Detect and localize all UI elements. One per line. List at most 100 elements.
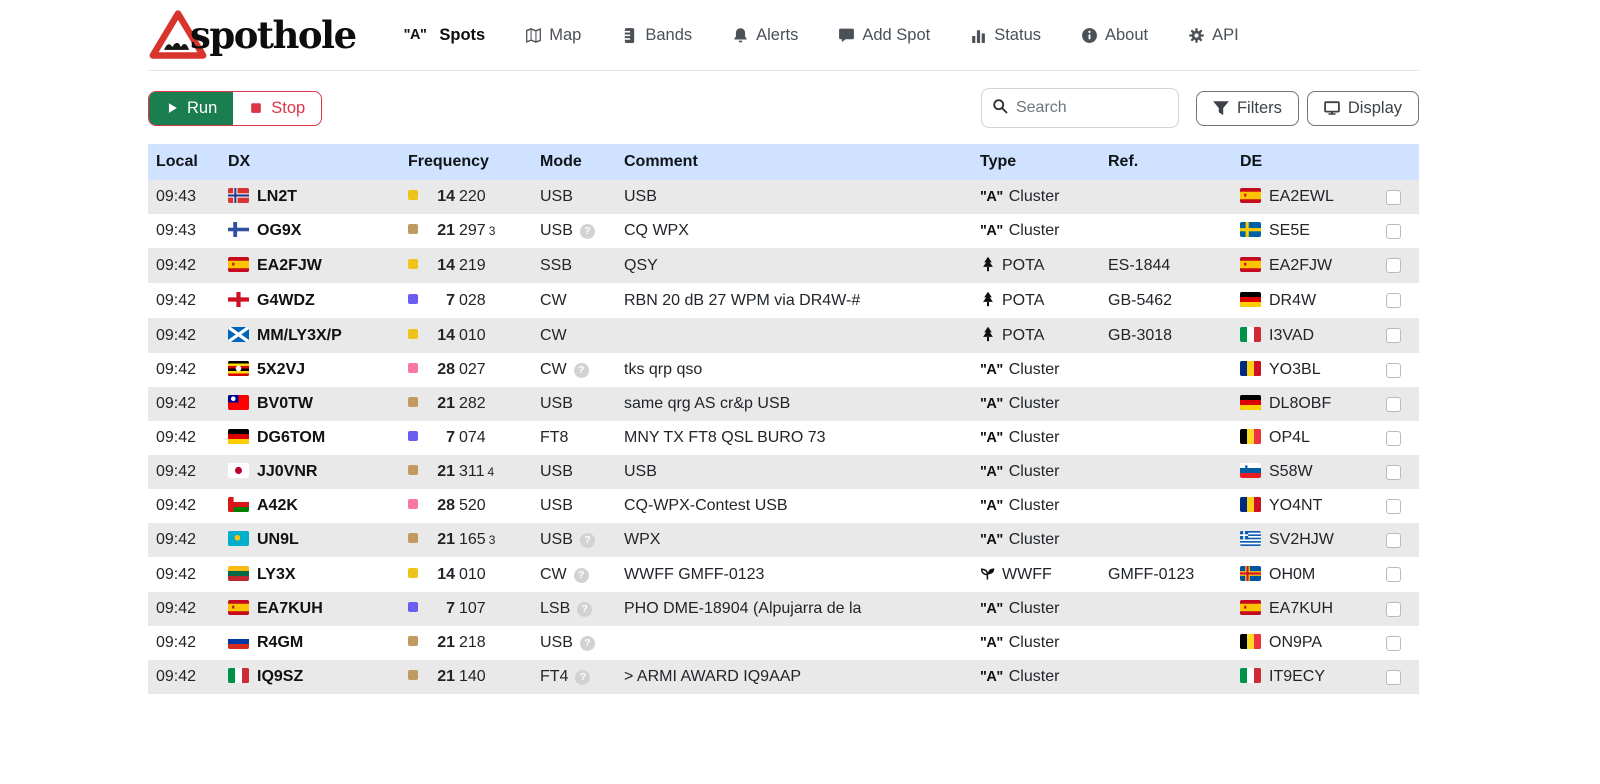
spot-select-checkbox[interactable] (1386, 567, 1401, 582)
map-icon (525, 27, 542, 44)
cell-comment: CQ-WPX-Contest USB (616, 489, 972, 523)
mode-label: CW (540, 361, 567, 378)
spot-select-checkbox[interactable] (1386, 499, 1401, 514)
nav-item-label: Add Spot (862, 26, 930, 45)
flag-lithuania (228, 566, 249, 581)
dx-callsign: LN2T (257, 188, 297, 205)
mode-label: FT4 (540, 668, 568, 685)
spot-select-checkbox[interactable] (1386, 431, 1401, 446)
mode-label: USB (540, 395, 573, 412)
cell-de-callsign: EA7KUH (1232, 592, 1378, 626)
freq-mhz: 7 (430, 600, 455, 618)
cell-dx-callsign: IQ9SZ (220, 660, 400, 694)
cell-frequency: 213114 (400, 455, 532, 489)
flag-taiwan (228, 395, 249, 410)
cell-select (1378, 557, 1419, 592)
spot-select-checkbox[interactable] (1386, 190, 1401, 205)
flag-spain (1240, 600, 1261, 615)
col-header-mode: Mode (532, 144, 616, 180)
nav-item-about[interactable]: About (1081, 26, 1148, 45)
band-color-square (408, 259, 418, 269)
mode-label: USB (540, 222, 573, 239)
type-label: Cluster (1009, 668, 1060, 685)
spot-select-checkbox[interactable] (1386, 602, 1401, 617)
freq-mhz: 21 (430, 668, 455, 686)
cell-local-time: 09:42 (148, 387, 220, 421)
nav-item-alerts[interactable]: Alerts (732, 26, 798, 45)
flag-norway (228, 188, 249, 203)
cell-local-time: 09:42 (148, 592, 220, 626)
cell-comment: CQ WPX (616, 214, 972, 248)
signal-icon: "A" (980, 601, 1003, 617)
nav-item-api[interactable]: API (1188, 26, 1239, 45)
cell-dx-callsign: OG9X (220, 214, 400, 248)
spot-select-checkbox[interactable] (1386, 328, 1401, 343)
cell-select (1378, 353, 1419, 387)
spot-row: 09:42DG6TOM7074FT8MNY TX FT8 QSL BURO 73… (148, 421, 1419, 455)
spot-select-checkbox[interactable] (1386, 533, 1401, 548)
freq-khz: 028 (459, 292, 486, 309)
freq-mhz: 28 (430, 497, 455, 515)
spot-row: 09:42G4WDZ7028CWRBN 20 dB 27 WPM via DR4… (148, 283, 1419, 318)
nav-item-status[interactable]: Status (970, 26, 1041, 45)
cell-comment: tks qrp qso (616, 353, 972, 387)
cell-dx-callsign: EA2FJW (220, 248, 400, 283)
logo[interactable]: spothole (148, 8, 356, 62)
spot-row: 09:42JJ0VNR213114USBUSB"A"ClusterS58W (148, 455, 1419, 489)
signal-icon: "A" (980, 464, 1003, 480)
header-row: LocalDXFrequencyModeCommentTypeRef.DE (148, 144, 1419, 180)
cell-de-callsign: EA2FJW (1232, 248, 1378, 283)
cell-type: POTA (972, 318, 1100, 353)
type-label: POTA (1002, 257, 1044, 274)
cell-mode: USB (532, 489, 616, 523)
cell-de-callsign: OP4L (1232, 421, 1378, 455)
nav-item-label: Bands (645, 26, 692, 45)
spot-select-checkbox[interactable] (1386, 293, 1401, 308)
filters-button[interactable]: Filters (1196, 91, 1299, 126)
spot-select-checkbox[interactable] (1386, 465, 1401, 480)
cell-local-time: 09:42 (148, 455, 220, 489)
cell-comment: USB (616, 455, 972, 489)
freq-mhz: 28 (430, 361, 455, 379)
spot-select-checkbox[interactable] (1386, 636, 1401, 651)
flag-spain (228, 600, 249, 615)
display-button[interactable]: Display (1307, 91, 1419, 126)
gear-icon (1188, 27, 1205, 44)
spot-select-checkbox[interactable] (1386, 224, 1401, 239)
freq-khz: 220 (459, 188, 486, 205)
cell-type: "A"Cluster (972, 421, 1100, 455)
type-label: Cluster (1009, 463, 1060, 480)
spot-select-checkbox[interactable] (1386, 363, 1401, 378)
type-label: Cluster (1009, 531, 1060, 548)
spot-row: 09:43OG9X212973USB?CQ WPX"A"ClusterSE5E (148, 214, 1419, 248)
flag-oman (228, 497, 249, 512)
nav-item-spots[interactable]: "A"Spots (404, 26, 486, 45)
dx-callsign: G4WDZ (257, 292, 315, 309)
search-icon (992, 98, 1008, 114)
freq-khz: 010 (459, 566, 486, 583)
search-input[interactable] (981, 88, 1179, 128)
band-color-square (408, 636, 418, 646)
spot-select-checkbox[interactable] (1386, 670, 1401, 685)
mode-label: USB (540, 497, 573, 514)
spot-row: 09:425X2VJ28027CW?tks qrp qso"A"ClusterY… (148, 353, 1419, 387)
cell-dx-callsign: R4GM (220, 626, 400, 660)
freq-khz: 311 (459, 463, 485, 480)
stop-button[interactable]: Stop (233, 92, 321, 125)
spot-select-checkbox[interactable] (1386, 258, 1401, 273)
nav-item-add-spot[interactable]: Add Spot (838, 26, 930, 45)
nav-item-label: About (1105, 26, 1148, 45)
cell-ref (1100, 421, 1232, 455)
spot-select-checkbox[interactable] (1386, 397, 1401, 412)
mode-label: FT8 (540, 429, 568, 446)
cell-frequency: 14010 (400, 318, 532, 353)
mode-question-badge: ? (574, 363, 589, 378)
nav-item-bands[interactable]: Bands (621, 26, 692, 45)
flag-belgium (1240, 634, 1261, 649)
flag-greece (1240, 531, 1261, 546)
nav-item-map[interactable]: Map (525, 26, 581, 45)
flag-romania (1240, 497, 1261, 512)
signal-icon: "A" (980, 498, 1003, 514)
run-button[interactable]: Run (149, 92, 233, 125)
cell-de-callsign: SE5E (1232, 214, 1378, 248)
